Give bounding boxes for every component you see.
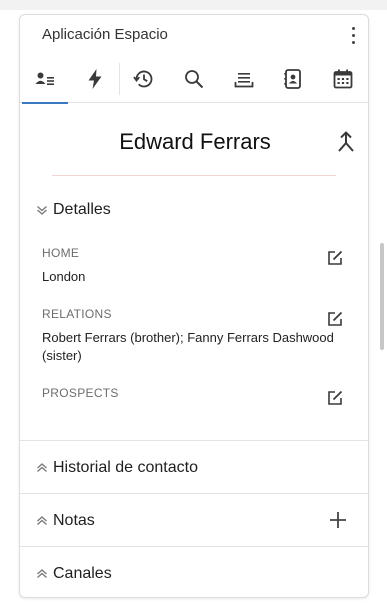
panel-header: Aplicación Espacio xyxy=(20,15,368,55)
notes-section-header[interactable]: Notas xyxy=(20,506,95,536)
more-options-icon[interactable] xyxy=(350,27,356,49)
contact-name: Edward Ferrars xyxy=(119,129,271,154)
field-relations: RELATIONS Robert Ferrars (brother); Fann… xyxy=(42,307,342,365)
details-section-title: Detalles xyxy=(53,201,111,218)
list-tab[interactable] xyxy=(219,55,269,103)
lightning-icon xyxy=(88,69,102,89)
contact-card-tab[interactable] xyxy=(20,55,70,104)
contact-card-icon xyxy=(35,72,54,85)
chevron-up-icon xyxy=(37,516,47,525)
channels-section: Canales xyxy=(20,546,368,597)
chevron-up-icon xyxy=(37,569,47,578)
notes-section: Notas xyxy=(20,493,368,546)
field-label: RELATIONS xyxy=(42,307,112,321)
merge-icon[interactable] xyxy=(336,130,356,154)
details-section: Detalles HOME London RELATIONS Robert Fe… xyxy=(20,177,368,440)
history-tab[interactable] xyxy=(119,55,169,103)
details-section-header[interactable]: Detalles xyxy=(20,195,111,225)
history-section-title: Historial de contacto xyxy=(53,459,198,476)
toolbar xyxy=(20,55,368,104)
search-tab[interactable] xyxy=(169,55,219,103)
channels-section-header[interactable]: Canales xyxy=(20,559,112,589)
field-label: PROSPECTS xyxy=(42,386,119,400)
edit-icon[interactable] xyxy=(326,249,344,267)
activity-tab[interactable] xyxy=(70,55,120,103)
details-scrollbar[interactable] xyxy=(380,243,384,350)
app-title: Aplicación Espacio xyxy=(42,26,168,43)
address-book-icon xyxy=(284,69,302,89)
address-book-tab[interactable] xyxy=(269,55,319,103)
notes-section-title: Notas xyxy=(53,512,95,529)
history-section-header[interactable]: Historial de contacto xyxy=(20,453,198,483)
field-prospects: PROSPECTS xyxy=(42,386,342,408)
contact-header: Edward Ferrars xyxy=(20,103,368,177)
search-icon xyxy=(185,70,204,89)
history-icon xyxy=(133,70,153,88)
details-fields: HOME London RELATIONS Robert Ferrars (br… xyxy=(20,229,368,422)
channels-section-title: Canales xyxy=(53,565,112,582)
contact-panel: Aplicación Espacio Edward Ferrars Detall… xyxy=(19,14,369,598)
chevron-up-icon xyxy=(37,463,47,472)
chevron-down-icon xyxy=(37,206,47,215)
edit-icon[interactable] xyxy=(326,389,344,407)
field-value: Robert Ferrars (brother); Fanny Ferrars … xyxy=(42,330,334,363)
history-section: Historial de contacto xyxy=(20,440,368,493)
window-top-strip xyxy=(0,0,387,10)
field-label: HOME xyxy=(42,246,80,260)
field-value: London xyxy=(42,269,86,284)
field-home: HOME London xyxy=(42,246,342,286)
edit-icon[interactable] xyxy=(326,310,344,328)
calendar-tab[interactable] xyxy=(318,55,368,103)
list-icon xyxy=(234,73,254,88)
calendar-icon xyxy=(333,69,353,89)
title-divider xyxy=(52,175,336,176)
add-note-icon[interactable] xyxy=(328,510,348,530)
